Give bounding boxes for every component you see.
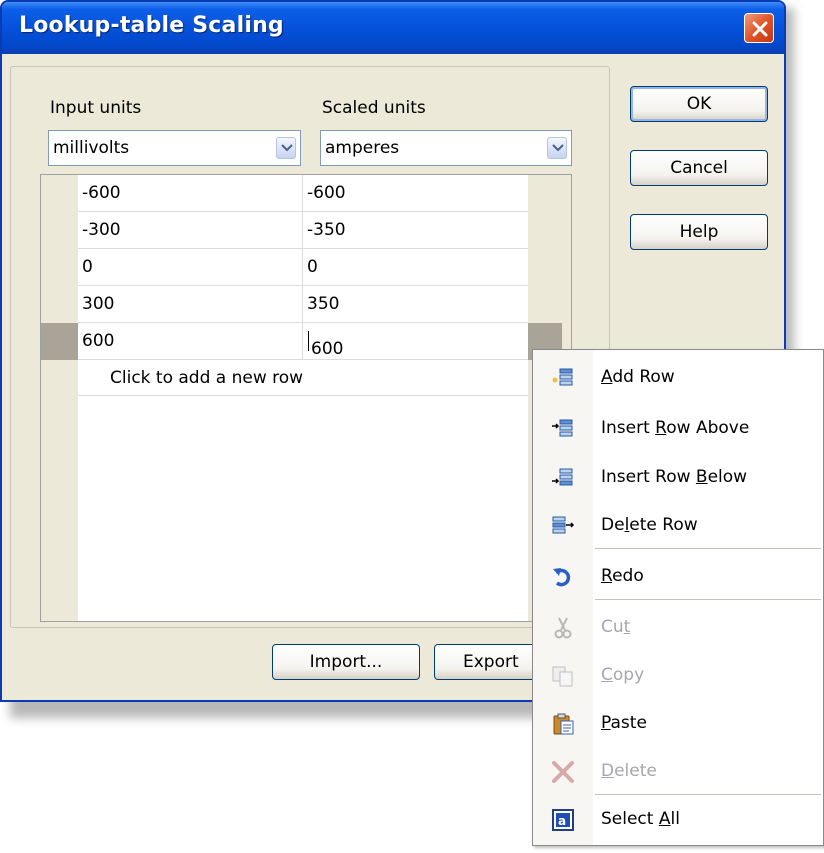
chevron-down-icon: [552, 144, 564, 152]
menu-item-copy[interactable]: Copy: [533, 652, 823, 700]
copy-icon: [552, 666, 573, 687]
delete-row-icon: [552, 516, 575, 534]
row-header[interactable]: [41, 175, 78, 212]
menu-separator: [595, 599, 821, 600]
menu-item-label: Select All: [601, 809, 680, 829]
menu-item-paste[interactable]: Paste: [533, 700, 823, 748]
redo-icon: [553, 568, 571, 587]
menu-item-insert-row-below[interactable]: Insert Row Below: [533, 454, 823, 502]
insert-row-above-icon: [552, 419, 573, 437]
menu-item-label: Redo: [601, 566, 644, 586]
delete-icon: [552, 761, 574, 783]
input-units-value: millivolts: [53, 138, 130, 158]
scaled-units-dropdown-arrow[interactable]: [547, 137, 567, 159]
menu-item-label: Cut: [601, 617, 631, 637]
grid-body: -600 -600 -300 -350 0 0 300 350 600 600 …: [78, 175, 528, 621]
menu-item-select-all[interactable]: a Select All: [533, 796, 823, 844]
add-new-row-placeholder[interactable]: Click to add a new row: [78, 360, 528, 396]
table-cell-scaled[interactable]: 350: [303, 286, 528, 323]
table-cell-input[interactable]: 0: [78, 249, 303, 286]
menu-separator: [595, 548, 821, 549]
cancel-button[interactable]: Cancel: [630, 150, 768, 186]
row-header-selected[interactable]: [41, 323, 78, 360]
menu-item-delete[interactable]: Delete: [533, 748, 823, 796]
input-units-dropdown[interactable]: millivolts: [48, 130, 301, 166]
chevron-down-icon: [281, 144, 293, 152]
lookup-table-grid[interactable]: -600 -600 -300 -350 0 0 300 350 600 600 …: [40, 174, 572, 622]
input-units-dropdown-arrow[interactable]: [276, 137, 296, 159]
help-button[interactable]: Help: [630, 214, 768, 250]
paste-icon: [553, 713, 574, 735]
table-cell-scaled[interactable]: -600: [303, 175, 528, 212]
menu-item-label: Insert Row Below: [601, 467, 748, 487]
menu-item-label: Copy: [601, 665, 645, 685]
menu-item-add-row[interactable]: Add Row: [533, 354, 823, 402]
menu-item-cut[interactable]: Cut: [533, 604, 823, 652]
row-header[interactable]: [41, 286, 78, 323]
table-cell-input[interactable]: 600: [78, 323, 303, 360]
menu-item-label: Delete Row: [601, 515, 698, 535]
input-units-label: Input units: [50, 98, 142, 118]
context-menu: Add Row Insert Row Above Insert Row Belo…: [532, 349, 824, 846]
menu-item-label: Add Row: [601, 367, 675, 387]
scaled-units-dropdown[interactable]: amperes: [320, 130, 572, 166]
row-header[interactable]: [41, 212, 78, 249]
menu-item-insert-row-above[interactable]: Insert Row Above: [533, 405, 823, 453]
menu-item-delete-row[interactable]: Delete Row: [533, 502, 823, 550]
svg-text:a: a: [558, 814, 566, 828]
dialog-title: Lookup-table Scaling: [19, 13, 284, 38]
scaled-units-value: amperes: [325, 138, 400, 158]
menu-separator: [595, 794, 821, 795]
table-cell-input[interactable]: -600: [78, 175, 303, 212]
table-cell-scaled[interactable]: -350: [303, 212, 528, 249]
table-cell-input[interactable]: 300: [78, 286, 303, 323]
menu-item-label: Paste: [601, 713, 647, 733]
menu-item-label: Insert Row Above: [601, 418, 750, 438]
scaled-units-label: Scaled units: [322, 98, 426, 118]
row-header[interactable]: [41, 249, 78, 286]
insert-row-below-icon: [552, 468, 573, 486]
scissors-icon: [554, 617, 572, 639]
import-button[interactable]: Import...: [272, 644, 420, 680]
menu-item-label: Delete: [601, 761, 657, 781]
add-row-icon: [552, 368, 573, 386]
select-all-icon: a: [552, 809, 574, 831]
table-cell-scaled-editing[interactable]: 600: [303, 323, 528, 360]
menu-item-redo[interactable]: Redo: [533, 553, 823, 601]
close-icon: [752, 21, 768, 37]
ok-button[interactable]: OK: [630, 86, 768, 122]
table-cell-input[interactable]: -300: [78, 212, 303, 249]
close-button[interactable]: [744, 13, 774, 43]
table-cell-scaled[interactable]: 0: [303, 249, 528, 286]
title-bar[interactable]: Lookup-table Scaling: [2, 2, 784, 54]
text-caret: [308, 331, 309, 351]
